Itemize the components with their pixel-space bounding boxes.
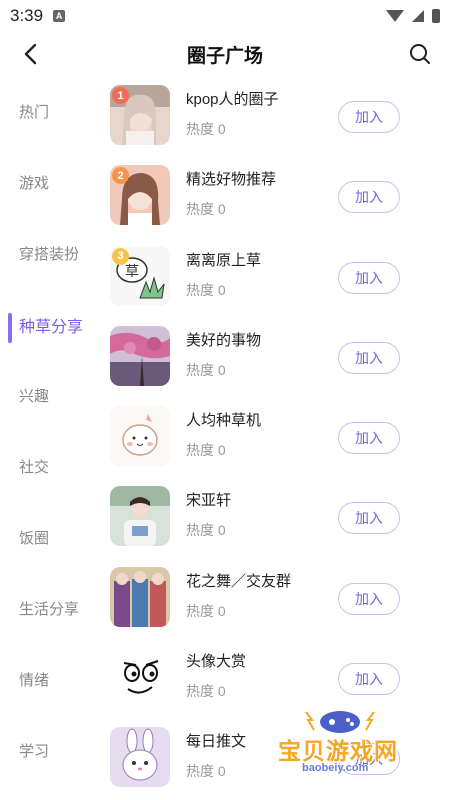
group-name: 离离原上草	[186, 251, 262, 269]
group-heat: 热度 0	[186, 201, 226, 218]
search-icon	[410, 44, 430, 64]
join-button[interactable]: 加入	[338, 341, 400, 374]
sidebar-item-label: 饭圈	[19, 530, 50, 547]
group-avatar	[110, 566, 170, 627]
person-photo-image	[110, 486, 170, 547]
join-button[interactable]: 加入	[338, 422, 400, 455]
group-avatar	[110, 727, 170, 788]
watermark-url: baobeiy.com	[302, 762, 369, 774]
group-row[interactable]: 人均种草机热度 0 加入	[108, 406, 438, 486]
status-icons	[386, 9, 440, 23]
group-avatar	[110, 486, 170, 547]
join-button[interactable]: 加入	[338, 101, 400, 133]
sidebar-item-label: 情绪	[19, 672, 50, 689]
category-sidebar: 热门游戏穿搭装扮种草分享兴趣社交饭圈生活分享情绪学习	[0, 76, 95, 786]
active-indicator	[8, 313, 12, 343]
group-heat: 热度 0	[186, 763, 226, 780]
group-row[interactable]: 2 精选好物推荐 热度 0 加入	[108, 165, 438, 245]
sidebar-item[interactable]: 穿搭装扮	[0, 218, 95, 289]
cartoon-character-image	[110, 406, 170, 467]
join-button[interactable]: 加入	[338, 502, 400, 535]
rank-badge: 3	[112, 247, 129, 265]
group-avatar: 1	[110, 85, 170, 145]
group-list: 1 kpop人的圈子 热度 0 加入 2 精选好物推荐 热度 0 加入草 3 离离原上草 热度 0加…	[108, 85, 438, 800]
join-button[interactable]: 加入	[338, 663, 400, 696]
notification-a-icon: A	[53, 10, 66, 22]
sidebar-item-label: 生活分享	[19, 601, 80, 618]
sidebar-item-label: 穿搭装扮	[19, 246, 80, 263]
sidebar-item[interactable]: 种草分享	[0, 289, 95, 360]
group-name: kpop人的圈子	[186, 91, 279, 108]
group-heat: 热度 0	[186, 361, 226, 378]
sidebar-item[interactable]: 饭圈	[0, 502, 95, 573]
group-info: 美好的事物热度 0	[186, 330, 261, 380]
header: 圈子广场	[0, 32, 450, 76]
join-button[interactable]: 加入	[338, 181, 400, 214]
sidebar-item-label: 社交	[19, 459, 50, 476]
group-avatar	[110, 325, 170, 386]
sidebar-item-label: 游戏	[19, 175, 50, 192]
status-time: 3:39	[10, 6, 44, 25]
svg-text:草: 草	[125, 264, 139, 280]
chevron-left-icon	[24, 43, 37, 65]
sidebar-item[interactable]: 游戏	[0, 147, 95, 218]
group-info: 每日推文热度 0	[186, 731, 246, 781]
group-info: 头像大赏热度 0	[186, 651, 246, 701]
sidebar-item[interactable]: 学习	[0, 715, 95, 786]
watermark: 宝贝游戏网 baobeiy.com	[278, 706, 428, 776]
group-name: 每日推文	[186, 733, 247, 751]
page-title: 圈子广场	[186, 45, 263, 67]
group-avatar	[110, 406, 170, 467]
sidebar-item-label: 热门	[19, 104, 50, 121]
group-name: 人均种草机	[186, 412, 262, 430]
group-row[interactable]: 宋亚轩热度 0 加入	[108, 486, 438, 566]
sidebar-item[interactable]: 兴趣	[0, 360, 95, 431]
group-heat: 热度 0	[186, 442, 226, 459]
group-row[interactable]: 花之舞／交友群 热度 0 加入	[108, 566, 438, 647]
group-row[interactable]: 美好的事物热度 0 加入	[108, 325, 438, 406]
rank-badge: 1	[112, 87, 129, 104]
group-row[interactable]: 草 3 离离原上草热度 0 加入	[108, 245, 438, 326]
group-name: 花之舞／交友群	[186, 572, 292, 590]
signal-icon	[412, 10, 424, 22]
group-info: 宋亚轩热度 0	[186, 490, 231, 540]
group-heat: 热度 0	[186, 281, 226, 298]
sidebar-item-label: 种草分享	[19, 318, 84, 336]
group-info: kpop人的圈子 热度 0	[186, 89, 279, 139]
costume-group-image	[110, 566, 170, 627]
group-avatar: 草3	[110, 245, 170, 306]
group-name: 美好的事物	[186, 331, 262, 349]
sidebar-item[interactable]: 生活分享	[0, 573, 95, 644]
sidebar-item[interactable]: 热门	[0, 76, 95, 147]
group-row[interactable]: 1 kpop人的圈子 热度 0 加入	[108, 85, 438, 165]
watermark-text: 宝贝游戏网	[278, 738, 398, 764]
sidebar-item-label: 兴趣	[19, 388, 50, 405]
group-heat: 热度 0	[186, 522, 226, 539]
group-heat: 热度 0	[186, 121, 226, 137]
search-button[interactable]	[406, 40, 434, 68]
status-bar: 3:39 A	[0, 0, 450, 32]
join-button[interactable]: 加入	[338, 582, 400, 615]
group-heat: 热度 0	[186, 602, 226, 619]
group-info: 离离原上草热度 0	[186, 250, 261, 300]
sidebar-item[interactable]: 社交	[0, 431, 95, 502]
group-info: 精选好物推荐 热度 0	[186, 169, 276, 219]
bunny-drawing-image	[110, 727, 170, 788]
sidebar-item[interactable]: 情绪	[0, 644, 95, 715]
group-name: 精选好物推荐	[186, 171, 277, 189]
back-button[interactable]	[18, 40, 46, 68]
group-name: 宋亚轩	[186, 492, 232, 510]
group-avatar: 2	[110, 165, 170, 226]
join-button[interactable]: 加入	[338, 261, 400, 294]
sidebar-item-label: 学习	[19, 743, 50, 760]
group-name: 头像大赏	[186, 653, 247, 671]
battery-icon	[432, 9, 440, 23]
doodle-face-image	[110, 647, 170, 708]
group-info: 人均种草机热度 0	[186, 410, 261, 460]
group-heat: 热度 0	[186, 683, 226, 700]
group-avatar	[110, 647, 170, 708]
wifi-icon	[386, 10, 404, 22]
blossom-landscape-image	[110, 325, 170, 386]
group-info: 花之舞／交友群 热度 0	[186, 571, 291, 621]
